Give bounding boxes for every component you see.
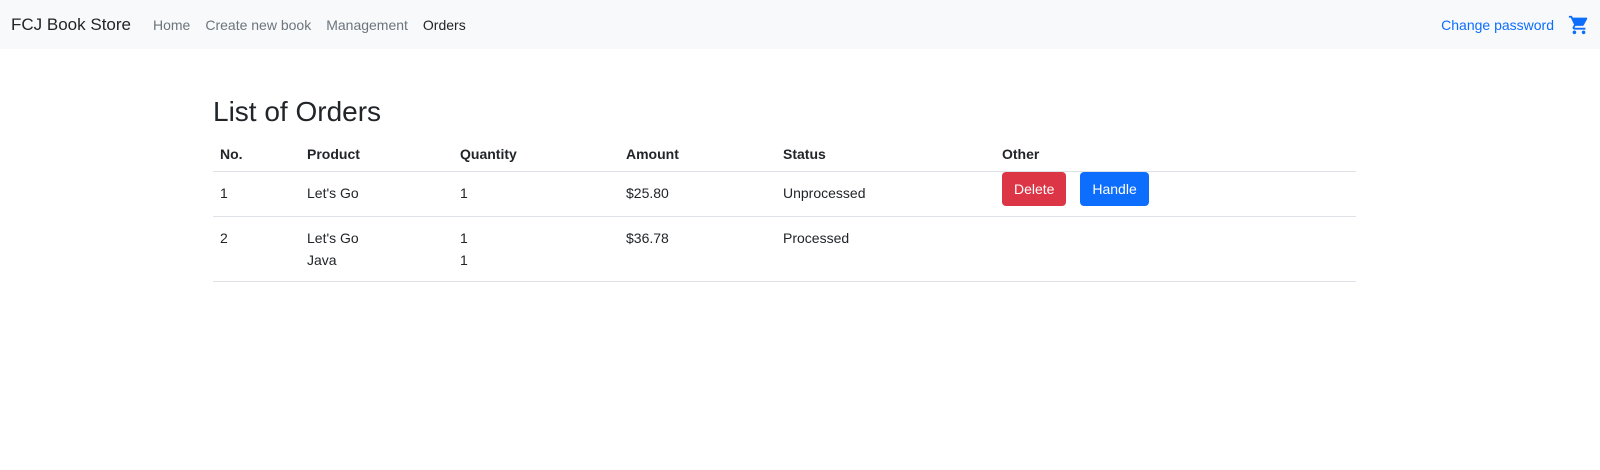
change-password-link[interactable]: Change password: [1441, 17, 1554, 33]
quantity-value: 1: [460, 251, 468, 268]
quantity-value: 1: [460, 229, 468, 246]
table-body: 1 Let's Go 1 $25.80 Unprocessed Delete H…: [213, 171, 1356, 282]
table-row: 2 Let's Go Java 1 1 $36.78 Processed: [213, 216, 1356, 282]
header-quantity: Quantity: [453, 138, 619, 172]
brand-logo[interactable]: FCJ Book Store: [11, 15, 131, 35]
cell-status: Processed: [776, 216, 995, 282]
cell-product: Let's Go: [300, 171, 453, 217]
product-name: Java: [307, 251, 337, 268]
cell-quantity: 1: [453, 171, 619, 217]
page-title: List of Orders: [213, 96, 382, 127]
cart-icon[interactable]: [1568, 14, 1590, 36]
header-no: No.: [213, 138, 300, 172]
handle-button[interactable]: Handle: [1080, 171, 1149, 206]
cell-amount: $36.78: [619, 216, 776, 282]
cell-quantity: 1 1: [453, 216, 619, 282]
cell-product: Let's Go Java: [300, 216, 453, 282]
product-name: Let's Go: [307, 229, 359, 246]
navbar: FCJ Book Store Home Create new book Mana…: [0, 0, 1600, 49]
header-row: No. Product Quantity Amount Status Other: [213, 138, 1356, 172]
table-row: 1 Let's Go 1 $25.80 Unprocessed Delete H…: [213, 171, 1356, 217]
cell-no: 1: [213, 171, 300, 217]
nav-right: Change password: [1441, 14, 1590, 36]
cell-other: [995, 216, 1356, 282]
cell-other: Delete Handle: [995, 171, 1356, 217]
product-name: Let's Go: [307, 184, 359, 201]
header-other: Other: [995, 138, 1356, 172]
delete-button[interactable]: Delete: [1002, 171, 1067, 206]
nav-link-orders[interactable]: Orders: [423, 17, 466, 33]
cell-amount: $25.80: [619, 171, 776, 217]
header-status: Status: [776, 138, 995, 172]
nav-links: Home Create new book Management Orders: [153, 17, 466, 33]
main-content: List of Orders No. Product Quantity Amou…: [213, 95, 1356, 282]
nav-link-management[interactable]: Management: [326, 17, 408, 33]
nav-link-home[interactable]: Home: [153, 17, 190, 33]
orders-table: No. Product Quantity Amount Status Other…: [213, 138, 1356, 282]
header-amount: Amount: [619, 138, 776, 172]
quantity-value: 1: [460, 184, 468, 201]
cell-no: 2: [213, 216, 300, 282]
header-product: Product: [300, 138, 453, 172]
table-header: No. Product Quantity Amount Status Other: [213, 138, 1356, 172]
nav-link-create-new-book[interactable]: Create new book: [205, 17, 311, 33]
cell-status: Unprocessed: [776, 171, 995, 217]
